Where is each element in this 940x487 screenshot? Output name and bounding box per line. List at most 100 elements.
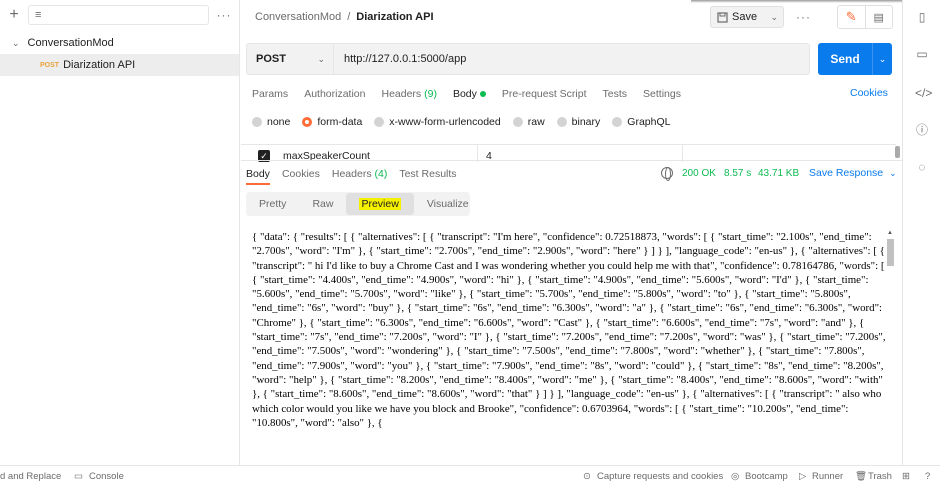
radio-circle[interactable] xyxy=(252,117,262,127)
tab-headers[interactable]: Headers (9) xyxy=(381,88,436,100)
main-panel: ConversationMod / Diarization API Save ⌄… xyxy=(241,0,902,465)
radio-circle[interactable] xyxy=(374,117,385,127)
breadcrumb-separator: / xyxy=(347,11,351,23)
bootcamp-icon[interactable]: ◎ xyxy=(731,471,739,482)
method-select[interactable]: POST ⌄ xyxy=(246,43,334,75)
breadcrumb-request[interactable]: Diarization API xyxy=(356,11,433,23)
tab-pretty[interactable]: Pretty xyxy=(246,193,299,215)
response-size[interactable]: 43.71 KB xyxy=(758,168,799,179)
tab-raw[interactable]: Raw xyxy=(299,193,346,215)
tab-pre-request-script[interactable]: Pre-request Script xyxy=(502,88,587,100)
response-time[interactable]: 8.57 s xyxy=(724,168,751,179)
tab-preview[interactable]: Preview xyxy=(346,193,414,215)
chevron-down-icon[interactable]: ⌄ xyxy=(872,43,892,75)
radio-raw[interactable]: raw xyxy=(512,116,545,128)
cookies-link[interactable]: Cookies xyxy=(850,87,888,99)
save-icon xyxy=(717,11,728,23)
radio-circle[interactable] xyxy=(512,117,523,127)
globe-icon[interactable] xyxy=(661,167,673,181)
radio-label: form-data xyxy=(317,116,363,128)
sidebar-toolbar: + ≡ ··· xyxy=(0,0,239,30)
response-divider[interactable] xyxy=(241,160,902,161)
new-icon[interactable]: + xyxy=(6,7,22,23)
save-response-button[interactable]: Save Response ⌄ xyxy=(809,167,897,179)
url-input[interactable]: http://127.0.0.1:5000/app xyxy=(334,43,810,75)
tab-tests[interactable]: Tests xyxy=(603,88,628,100)
console-button[interactable]: Console xyxy=(89,471,124,482)
tab-test-results[interactable]: Test Results xyxy=(399,168,456,180)
request-name: Diarization API xyxy=(63,59,136,71)
view-mode-toggle: ✎ ▤ xyxy=(837,5,893,29)
request-item[interactable]: POST Diarization API xyxy=(0,54,239,76)
body-indicator-dot xyxy=(479,91,486,98)
radio-circle-selected[interactable] xyxy=(302,117,313,127)
request-scrollbar[interactable] xyxy=(895,146,900,158)
tab-params[interactable]: Params xyxy=(252,88,288,100)
response-scrollbar[interactable]: ▲ xyxy=(886,230,895,462)
radio-label: none xyxy=(267,116,291,128)
edit-icon[interactable]: ✎ xyxy=(838,6,866,28)
runner-button[interactable]: Runner xyxy=(812,471,843,482)
chevron-down-icon[interactable]: ⌄ xyxy=(12,38,20,49)
radio-label: raw xyxy=(527,116,545,128)
window-shadow xyxy=(691,0,902,3)
radio-form-data[interactable]: form-data xyxy=(302,116,362,128)
radio-label: binary xyxy=(571,116,601,128)
send-label: Send xyxy=(830,52,860,66)
breadcrumb-collection[interactable]: ConversationMod xyxy=(255,11,341,23)
info-icon[interactable]: ⓘ xyxy=(915,123,929,137)
tab-response-body[interactable]: Body xyxy=(246,168,270,180)
response-view-tabs: Pretty Raw Preview Visualize xyxy=(246,192,470,216)
trash-button[interactable]: Trash xyxy=(868,471,892,482)
url-bar: POST ⌄ http://127.0.0.1:5000/app xyxy=(246,43,810,75)
sidebar: + ≡ ··· ⌄ ConversationMod POST Diarizati… xyxy=(0,0,240,465)
tab-visualize[interactable]: Visualize xyxy=(414,193,482,215)
capture-icon[interactable]: ⊙ xyxy=(583,471,591,482)
radio-urlencoded[interactable]: x-www-form-urlencoded xyxy=(374,116,501,128)
status-bar: d and Replace ▭ Console ⊙ Capture reques… xyxy=(0,465,940,487)
send-button[interactable]: Send ⌄ xyxy=(818,43,892,75)
tab-body[interactable]: Body xyxy=(453,88,486,100)
tab-authorization[interactable]: Authorization xyxy=(304,88,365,100)
scroll-up-icon[interactable]: ▲ xyxy=(887,230,893,236)
radio-binary[interactable]: binary xyxy=(556,116,601,128)
radio-graphql[interactable]: GraphQL xyxy=(612,116,670,128)
tab-settings[interactable]: Settings xyxy=(643,88,681,100)
chevron-down-icon[interactable]: ⌄ xyxy=(770,12,778,23)
url-value: http://127.0.0.1:5000/app xyxy=(344,53,467,65)
sidebar-more-icon[interactable]: ··· xyxy=(215,8,233,22)
comment-icon[interactable]: ▤ xyxy=(866,6,893,28)
bootcamp-button[interactable]: Bootcamp xyxy=(745,471,788,482)
code-icon[interactable]: </> xyxy=(915,86,932,100)
radio-circle[interactable] xyxy=(556,117,567,127)
help-icon[interactable]: ? xyxy=(925,471,930,482)
radio-circle[interactable] xyxy=(612,117,623,127)
filter-input[interactable]: ≡ xyxy=(28,5,209,25)
save-button[interactable]: Save ⌄ xyxy=(710,6,784,28)
trash-icon[interactable]: 🗑 xyxy=(855,471,867,482)
find-replace-button[interactable]: d and Replace xyxy=(0,471,61,482)
tab-body-label: Body xyxy=(452,88,477,100)
console-icon[interactable]: ▭ xyxy=(74,471,83,482)
response-preview: { "data": { "results": [ { "alternatives… xyxy=(252,231,886,429)
radio-label: x-www-form-urlencoded xyxy=(389,116,501,128)
tab-response-headers[interactable]: Headers (4) xyxy=(332,168,387,180)
save-response-label: Save Response xyxy=(809,167,884,179)
more-icon[interactable]: ··· xyxy=(796,10,811,24)
scroll-thumb[interactable] xyxy=(887,239,894,266)
lightbulb-icon[interactable]: ◌ xyxy=(915,160,929,174)
layout-icon[interactable]: ⊞ xyxy=(902,471,910,482)
tab-response-cookies[interactable]: Cookies xyxy=(282,168,320,180)
radio-none[interactable]: none xyxy=(252,116,290,128)
body-type-radios: none form-data x-www-form-urlencoded raw… xyxy=(252,115,682,129)
status-code[interactable]: 200 OK xyxy=(682,168,716,179)
collection-item[interactable]: ⌄ ConversationMod xyxy=(0,32,239,54)
radio-label: GraphQL xyxy=(627,116,671,128)
filter-icon: ≡ xyxy=(35,9,42,21)
collection-name: ConversationMod xyxy=(27,37,114,49)
capture-button[interactable]: Capture requests and cookies xyxy=(597,471,723,482)
runner-icon[interactable]: ▷ xyxy=(799,471,806,482)
chevron-down-icon: ⌄ xyxy=(317,53,325,64)
comments-icon[interactable]: ▭ xyxy=(915,47,929,61)
documentation-icon[interactable]: ▯ xyxy=(915,10,929,24)
